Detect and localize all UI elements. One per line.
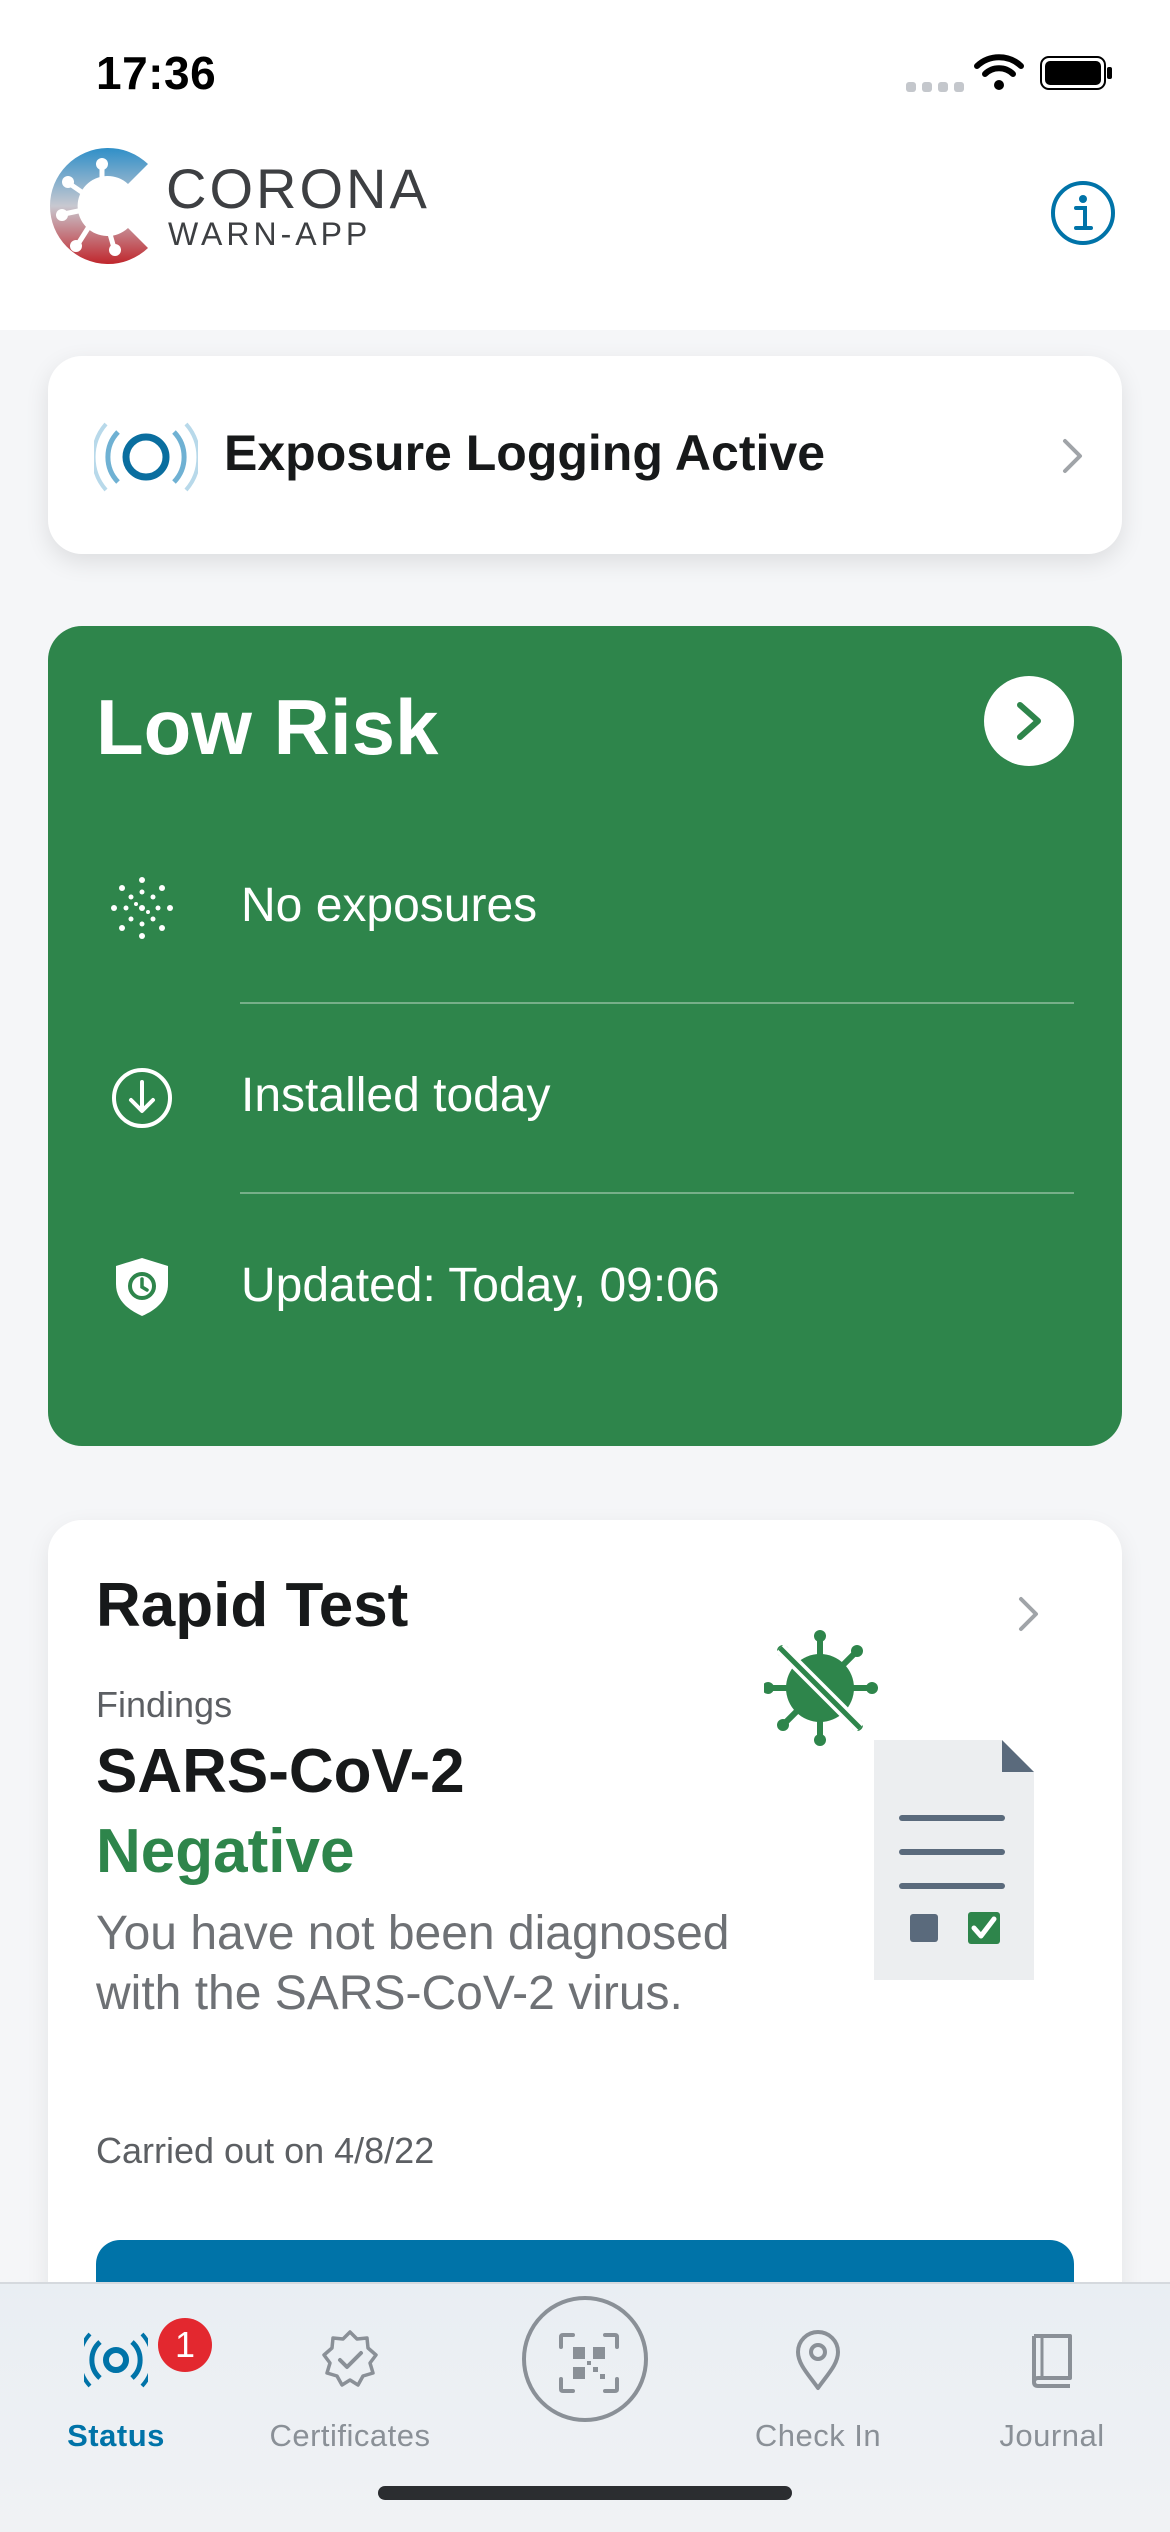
- tab-label: Status: [67, 2418, 165, 2453]
- shield-clock-icon: [116, 1258, 168, 1316]
- cellular-signal-icon: [906, 82, 964, 92]
- tab-status[interactable]: 1 Status: [16, 2308, 216, 2478]
- info-icon[interactable]: [1050, 180, 1116, 246]
- risk-row-updated: Updated: Today, 09:06: [48, 1194, 1122, 1384]
- risk-title: Low Risk: [96, 683, 439, 771]
- tab-label: Certificates: [269, 2418, 431, 2453]
- tab-certificates[interactable]: Certificates: [250, 2308, 450, 2478]
- test-result: Negative: [96, 1817, 355, 1886]
- negative-test-document-icon: [764, 1630, 1034, 1980]
- chevron-right-icon: [1019, 1597, 1038, 1631]
- virus-name: SARS-CoV-2: [96, 1737, 465, 1806]
- location-pin-icon: [796, 2330, 840, 2390]
- risk-row-installed: Installed today: [48, 1004, 1122, 1194]
- chevron-right-icon: [1063, 439, 1082, 473]
- status-bar: 17:36: [0, 0, 1170, 140]
- app-header: CORONA WARN-APP: [0, 140, 1170, 330]
- status-screen: 17:36 CORONA WARN-APP Exposure Logging A…: [0, 0, 1170, 2532]
- wifi-icon: [974, 54, 1024, 90]
- brand-subtitle: WARN-APP: [168, 216, 372, 252]
- risk-card[interactable]: Low Risk No exposures Installed today Up…: [48, 626, 1122, 1446]
- chevron-right-icon: [1017, 702, 1041, 740]
- tab-journal[interactable]: Journal: [952, 2308, 1152, 2478]
- exposure-logging-icon: [94, 422, 198, 492]
- tab-label: Journal: [999, 2418, 1105, 2453]
- status-broadcast-icon: [84, 2332, 148, 2388]
- test-title: Rapid Test: [96, 1571, 409, 1640]
- home-indicator[interactable]: [378, 2486, 792, 2500]
- brand-title: CORONA: [166, 157, 430, 220]
- exposure-logging-card[interactable]: Exposure Logging Active: [48, 356, 1122, 554]
- notification-badge: 1: [158, 2318, 212, 2372]
- tab-check-in[interactable]: Check In: [718, 2308, 918, 2478]
- qr-scan-button[interactable]: [522, 2296, 648, 2422]
- battery-icon: [1040, 56, 1112, 90]
- journal-book-icon: [1032, 2334, 1072, 2388]
- risk-row-text: Updated: Today, 09:06: [241, 1259, 720, 1312]
- virus-dots-icon: [111, 877, 173, 939]
- result-description: You have not been diagnosed with the SAR…: [96, 1907, 730, 2020]
- risk-row-exposures: No exposures: [48, 814, 1122, 1004]
- tab-label: Check In: [754, 2418, 882, 2453]
- exposure-logging-label: Exposure Logging Active: [224, 425, 826, 481]
- risk-details-button[interactable]: [984, 676, 1074, 766]
- qr-scan-icon: [559, 2333, 619, 2393]
- findings-label: Findings: [96, 1684, 233, 1725]
- corona-warn-app-logo: [49, 148, 148, 264]
- risk-row-text: No exposures: [241, 879, 538, 932]
- download-circle-icon: [112, 1068, 172, 1128]
- risk-row-text: Installed today: [241, 1069, 551, 1122]
- carried-out-date: Carried out on 4/8/22: [96, 2130, 435, 2171]
- certificate-badge-icon: [322, 2330, 378, 2387]
- clock: 17:36: [96, 47, 217, 99]
